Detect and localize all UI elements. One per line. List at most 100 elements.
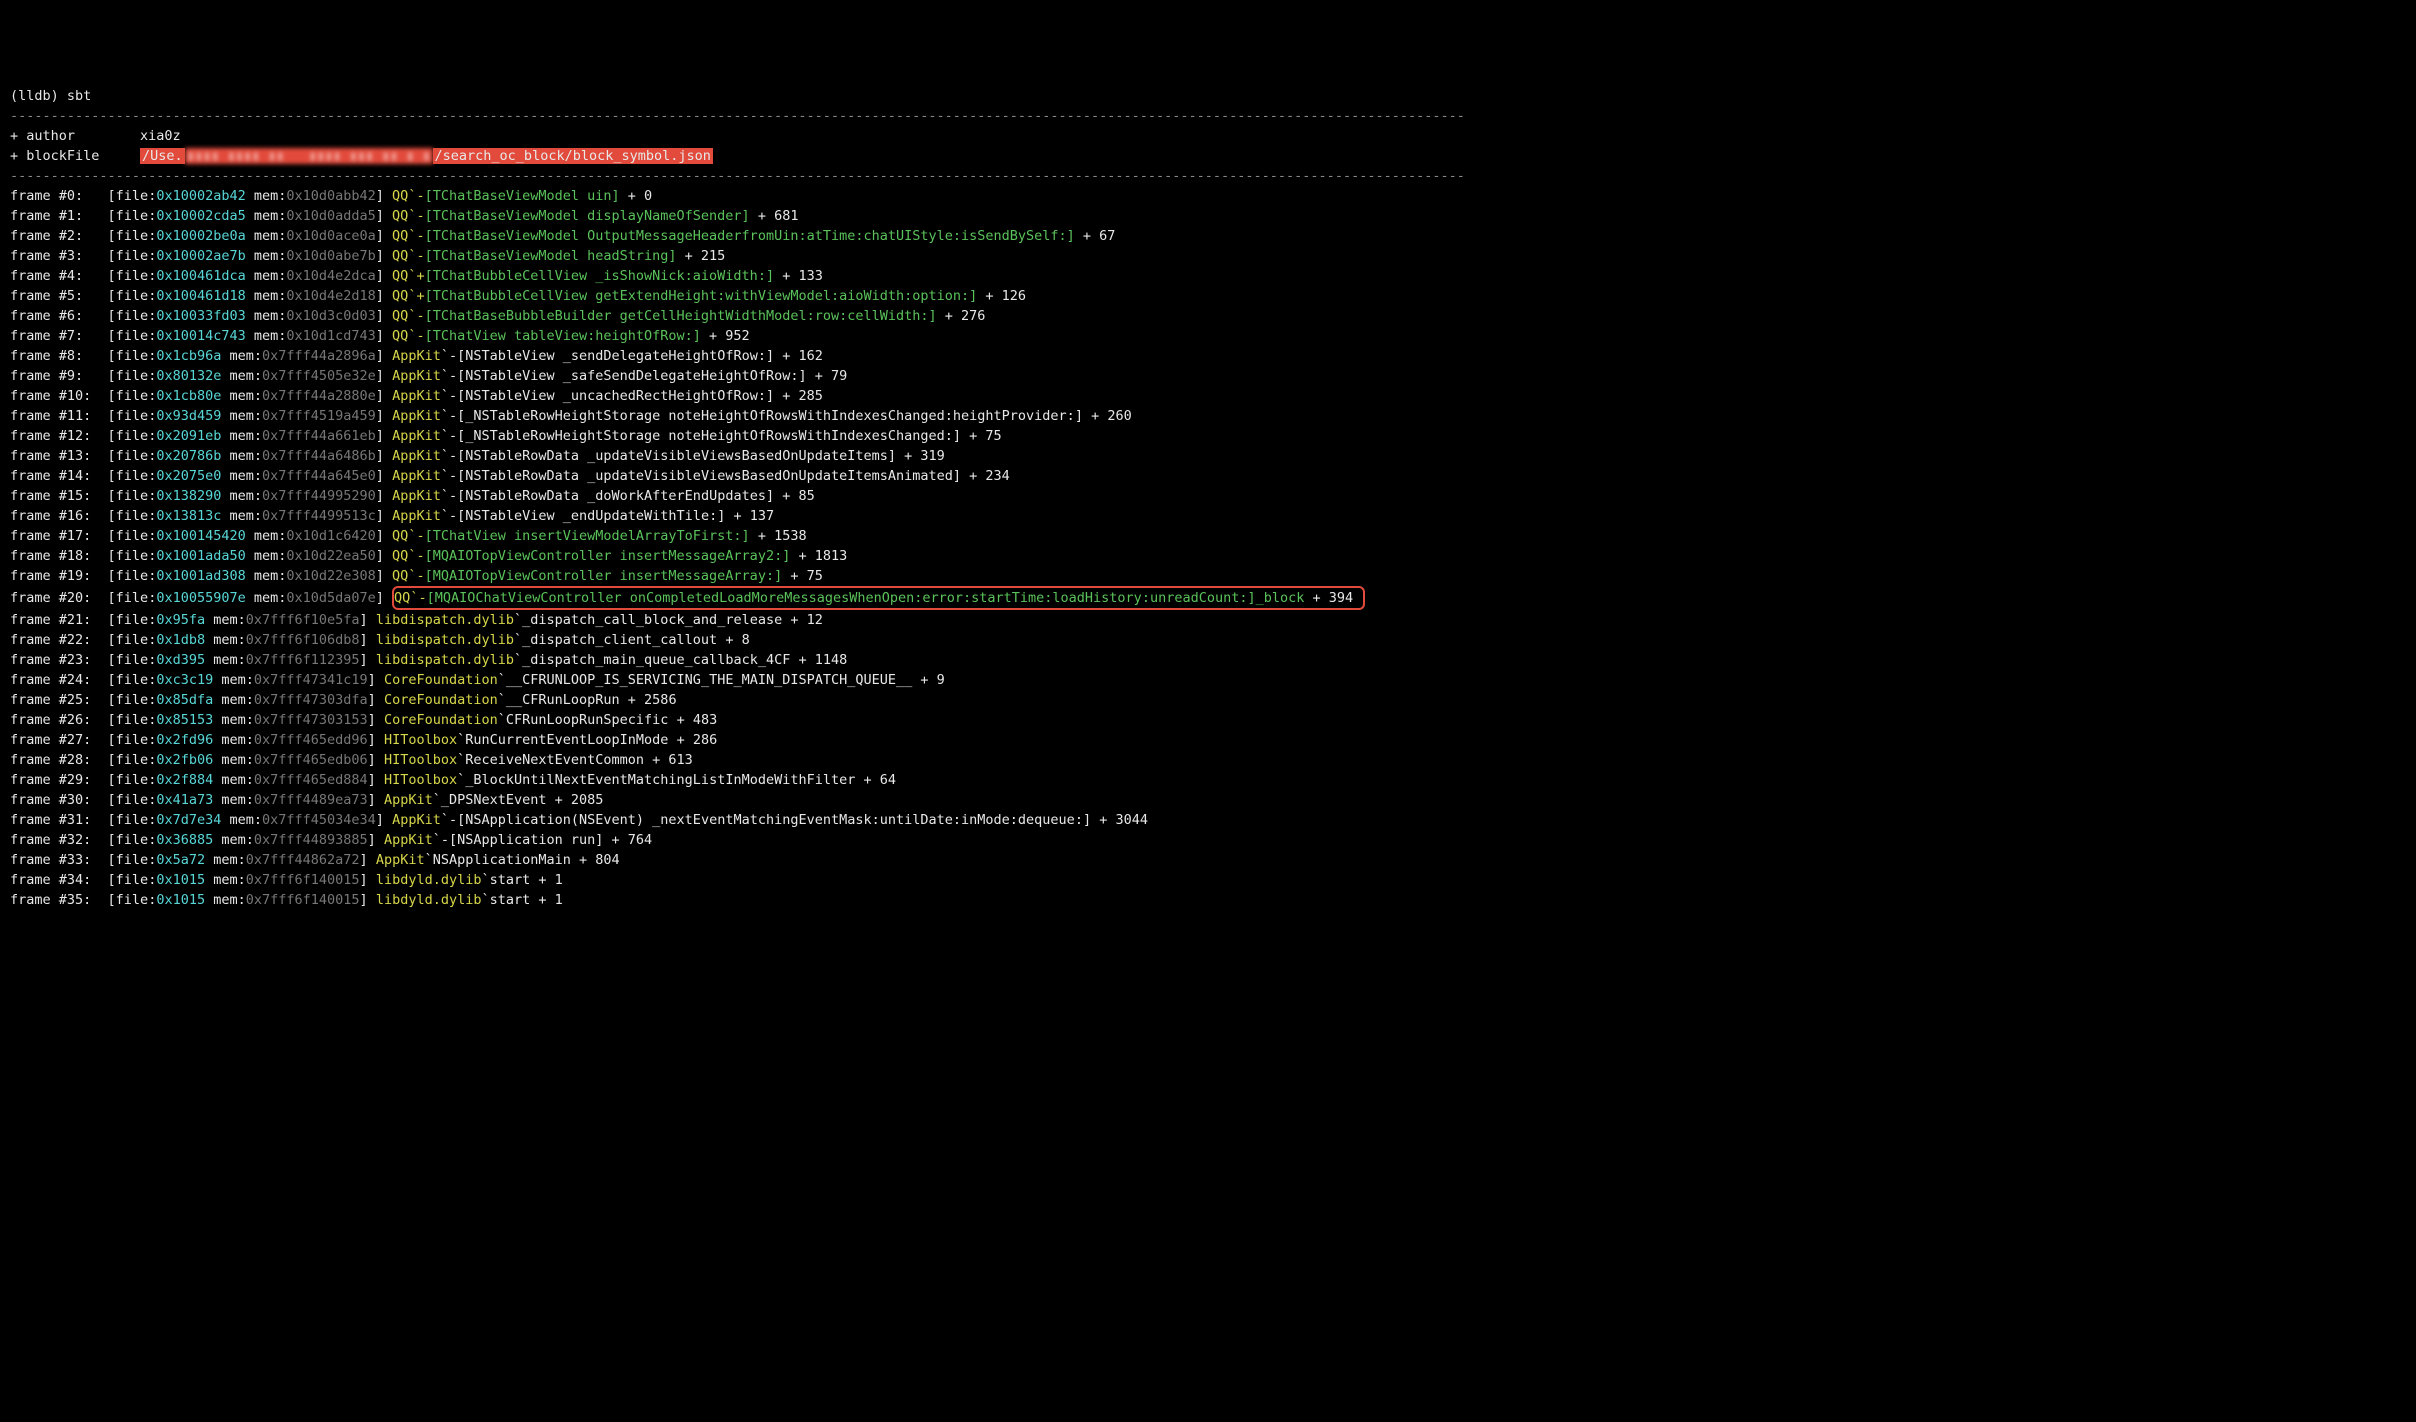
- module-name: QQ: [392, 268, 408, 284]
- frame-label: frame: [10, 388, 59, 404]
- frame-number: #18:: [59, 548, 100, 564]
- separator: `-: [441, 348, 457, 364]
- frame-label: frame: [10, 288, 59, 304]
- file-prefix: [file:: [99, 772, 156, 788]
- symbol-name: RunCurrentEventLoopInMode: [465, 732, 668, 748]
- file-prefix: [file:: [99, 408, 156, 424]
- bracket-close: ]: [360, 872, 376, 888]
- symbol-name: [TChatBaseBubbleBuilder getCellHeightWid…: [425, 308, 937, 324]
- file-prefix: [file:: [99, 248, 156, 264]
- frame-label: frame: [10, 248, 59, 264]
- module-name: AppKit: [392, 448, 441, 464]
- stack-frame: frame #13: [file:0x20786b mem:0x7fff44a6…: [10, 446, 2406, 466]
- separator: `-: [441, 812, 457, 828]
- module-name: AppKit: [384, 832, 433, 848]
- frame-label: frame: [10, 772, 59, 788]
- file-prefix: [file:: [99, 288, 156, 304]
- bracket-close: ]: [376, 548, 392, 564]
- mem-prefix: mem:: [246, 208, 287, 224]
- separator: `+: [408, 288, 424, 304]
- file-addr: 0x7d7e34: [156, 812, 221, 828]
- bracket-close: ]: [376, 408, 392, 424]
- separator: `-: [441, 428, 457, 444]
- mem-addr: 0x7fff44a2880e: [262, 388, 376, 404]
- file-addr: 0x2f884: [156, 772, 213, 788]
- mem-addr: 0x7fff465ed884: [254, 772, 368, 788]
- file-prefix: [file:: [99, 872, 156, 888]
- frame-number: #2:: [59, 228, 100, 244]
- bracket-close: ]: [368, 672, 384, 688]
- frame-label: frame: [10, 268, 59, 284]
- mem-addr: 0x7fff44995290: [262, 488, 376, 504]
- mem-addr: 0x7fff6f140015: [246, 872, 360, 888]
- mem-prefix: mem:: [213, 692, 254, 708]
- bracket-close: ]: [376, 590, 392, 606]
- frame-number: #3:: [59, 248, 100, 264]
- offset: + 75: [782, 568, 823, 584]
- highlighted-frame: QQ`-[MQAIOChatViewController onCompleted…: [392, 586, 1365, 610]
- mem-addr: 0x7fff47341c19: [254, 672, 368, 688]
- offset: + 1538: [750, 528, 807, 544]
- bracket-close: ]: [376, 288, 392, 304]
- mem-addr: 0x7fff47303153: [254, 712, 368, 728]
- terminal-output: (lldb) sbt------------------------------…: [10, 86, 2406, 910]
- frame-number: #6:: [59, 308, 100, 324]
- blockfile-label: + blockFile: [10, 148, 140, 164]
- stack-frame: frame #28: [file:0x2fb06 mem:0x7fff465ed…: [10, 750, 2406, 770]
- file-prefix: [file:: [99, 228, 156, 244]
- frame-number: #16:: [59, 508, 100, 524]
- separator: `-: [408, 308, 424, 324]
- mem-prefix: mem:: [246, 188, 287, 204]
- frame-number: #23:: [59, 652, 100, 668]
- frame-label: frame: [10, 692, 59, 708]
- bracket-close: ]: [376, 328, 392, 344]
- mem-addr: 0x7fff6f112395: [246, 652, 360, 668]
- separator: `-: [408, 228, 424, 244]
- file-addr: 0x1015: [156, 892, 205, 908]
- symbol-name: _dispatch_client_callout: [522, 632, 717, 648]
- offset: + 162: [774, 348, 823, 364]
- stack-frame: frame #8: [file:0x1cb96a mem:0x7fff44a28…: [10, 346, 2406, 366]
- offset: + 133: [774, 268, 823, 284]
- stack-frame: frame #1: [file:0x10002cda5 mem:0x10d0ad…: [10, 206, 2406, 226]
- mem-prefix: mem:: [221, 448, 262, 464]
- frame-label: frame: [10, 468, 59, 484]
- bracket-close: ]: [376, 228, 392, 244]
- stack-frame: frame #33: [file:0x5a72 mem:0x7fff44862a…: [10, 850, 2406, 870]
- file-addr: 0x100145420: [156, 528, 245, 544]
- separator: `-: [408, 188, 424, 204]
- mem-addr: 0x7fff45034e34: [262, 812, 376, 828]
- module-name: AppKit: [392, 468, 441, 484]
- bracket-close: ]: [368, 792, 384, 808]
- frame-label: frame: [10, 208, 59, 224]
- mem-prefix: mem:: [221, 812, 262, 828]
- offset: + 2586: [620, 692, 677, 708]
- bracket-close: ]: [376, 428, 392, 444]
- module-name: CoreFoundation: [384, 712, 498, 728]
- bracket-close: ]: [368, 712, 384, 728]
- frame-label: frame: [10, 188, 59, 204]
- mem-addr: 0x7fff465edb06: [254, 752, 368, 768]
- stack-frame: frame #18: [file:0x1001ada50 mem:0x10d22…: [10, 546, 2406, 566]
- separator: `: [498, 692, 506, 708]
- separator: `-: [433, 832, 449, 848]
- stack-frame: frame #30: [file:0x41a73 mem:0x7fff4489e…: [10, 790, 2406, 810]
- module-name: QQ: [392, 208, 408, 224]
- mem-prefix: mem:: [246, 248, 287, 264]
- bracket-close: ]: [376, 812, 392, 828]
- separator: `-: [410, 590, 426, 606]
- offset: + 3044: [1091, 812, 1148, 828]
- module-name: libdispatch.dylib: [376, 652, 514, 668]
- bracket-close: ]: [376, 268, 392, 284]
- symbol-name: [NSTableView _uncachedRectHeightOfRow:]: [457, 388, 774, 404]
- separator: `: [457, 752, 465, 768]
- mem-prefix: mem:: [221, 428, 262, 444]
- frame-label: frame: [10, 528, 59, 544]
- mem-addr: 0x7fff44a6486b: [262, 448, 376, 464]
- file-prefix: [file:: [99, 590, 156, 606]
- mem-addr: 0x10d4e2d18: [286, 288, 375, 304]
- module-name: QQ: [392, 308, 408, 324]
- stack-frame: frame #17: [file:0x100145420 mem:0x10d1c…: [10, 526, 2406, 546]
- separator: `: [481, 872, 489, 888]
- frame-number: #27:: [59, 732, 100, 748]
